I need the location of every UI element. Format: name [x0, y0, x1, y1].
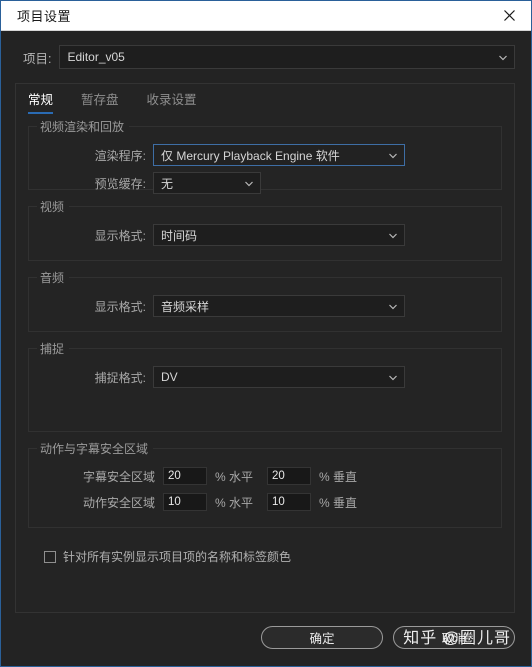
settings-panel: 常规 暂存盘 收录设置 视频渲染和回放 渲染程序: 仅 Mercury Play… — [15, 83, 515, 613]
capture-format-label: 捕捉格式: — [94, 370, 146, 385]
tab-ingest-settings[interactable]: 收录设置 — [147, 89, 197, 114]
group-audio-legend: 音频 — [40, 271, 65, 285]
group-video-legend: 视频 — [40, 200, 65, 214]
tab-scratch-disks[interactable]: 暂存盘 — [81, 89, 119, 114]
tab-general-label: 常规 — [28, 93, 54, 107]
preview-cache-row: 预览缓存: 无 — [35, 172, 495, 194]
chevron-down-icon — [388, 302, 397, 311]
group-capture: 捕捉 捕捉格式: DV — [28, 340, 502, 432]
capture-format-row: 捕捉格式: DV — [35, 366, 495, 388]
project-settings-dialog: 项目设置 项目: Editor_v05 常规 暂存盘 收录设置 视频渲染和回放 … — [0, 0, 532, 667]
ok-button-label: 确定 — [309, 631, 335, 646]
preview-cache-select[interactable]: 无 — [153, 172, 261, 194]
project-label: 项目: — [23, 51, 52, 66]
action-safe-vertical-input[interactable] — [267, 493, 312, 511]
audio-display-format-select[interactable]: 音频采样 — [153, 295, 405, 317]
display-project-item-names-checkbox[interactable] — [44, 550, 56, 563]
project-row: 项目: Editor_v05 — [1, 31, 531, 79]
dialog-title: 项目设置 — [17, 9, 72, 24]
audio-display-format-row: 显示格式: 音频采样 — [35, 295, 495, 317]
close-icon[interactable] — [487, 1, 531, 30]
title-safe-horizontal-input[interactable] — [163, 467, 207, 485]
preview-cache-label: 预览缓存: — [94, 176, 146, 191]
title-safe-horizontal-unit: % 水平 — [215, 469, 254, 484]
chevron-down-icon — [498, 53, 507, 62]
capture-format-select[interactable]: DV — [153, 366, 405, 388]
dialog-body: 项目: Editor_v05 常规 暂存盘 收录设置 视频渲染和回放 渲染程序:… — [1, 31, 531, 666]
video-display-format-select[interactable]: 时间码 — [153, 224, 405, 246]
dialog-footer: 确定 取消 知乎 @圈儿哥 — [15, 615, 515, 659]
dialog-titlebar: 项目设置 — [1, 1, 531, 31]
video-display-format-label: 显示格式: — [94, 228, 146, 243]
action-safe-horizontal-unit: % 水平 — [215, 495, 254, 510]
group-video: 视频 显示格式: 时间码 — [28, 198, 502, 261]
title-safe-vertical-unit: % 垂直 — [319, 469, 358, 484]
renderer-select[interactable]: 仅 Mercury Playback Engine 软件 — [153, 144, 405, 166]
renderer-row: 渲染程序: 仅 Mercury Playback Engine 软件 — [35, 144, 495, 166]
tab-scratch-disks-label: 暂存盘 — [81, 93, 119, 107]
project-select-value: Editor_v05 — [67, 50, 125, 64]
group-safe-areas: 动作与字幕安全区域 字幕安全区域 % 水平 % 垂直 动作安全区域 % 水平 % — [28, 440, 502, 528]
renderer-label: 渲染程序: — [94, 148, 146, 163]
group-video-rendering: 视频渲染和回放 渲染程序: 仅 Mercury Playback Engine … — [28, 118, 502, 194]
video-display-format-value: 时间码 — [161, 228, 198, 243]
action-safe-vertical-unit: % 垂直 — [319, 495, 358, 510]
display-project-item-names-row: 针对所有实例显示项目项的名称和标签颜色 — [28, 536, 502, 565]
chevron-down-icon — [244, 179, 253, 188]
audio-display-format-value: 音频采样 — [161, 299, 210, 314]
tab-general[interactable]: 常规 — [28, 89, 54, 114]
tab-ingest-settings-label: 收录设置 — [146, 93, 197, 107]
renderer-select-value: 仅 Mercury Playback Engine 软件 — [161, 148, 340, 163]
chevron-down-icon — [388, 373, 397, 382]
group-video-rendering-legend: 视频渲染和回放 — [40, 120, 125, 134]
capture-format-value: DV — [161, 370, 178, 384]
cancel-button[interactable]: 取消 — [393, 625, 515, 649]
audio-display-format-label: 显示格式: — [94, 299, 146, 314]
title-safe-area-row: 字幕安全区域 % 水平 % 垂直 — [35, 467, 495, 485]
group-capture-legend: 捕捉 — [40, 342, 65, 356]
chevron-down-icon — [388, 151, 397, 160]
action-safe-area-row: 动作安全区域 % 水平 % 垂直 — [35, 493, 495, 511]
group-audio: 音频 显示格式: 音频采样 — [28, 269, 502, 332]
display-project-item-names-label[interactable]: 针对所有实例显示项目项的名称和标签颜色 — [63, 548, 291, 565]
chevron-down-icon — [388, 231, 397, 240]
title-safe-area-label: 字幕安全区域 — [82, 469, 155, 484]
general-tab-content: 视频渲染和回放 渲染程序: 仅 Mercury Playback Engine … — [16, 114, 514, 565]
action-safe-area-label: 动作安全区域 — [82, 495, 155, 510]
group-safe-areas-legend: 动作与字幕安全区域 — [40, 442, 149, 456]
ok-button[interactable]: 确定 — [261, 625, 383, 649]
video-display-format-row: 显示格式: 时间码 — [35, 224, 495, 246]
cancel-button-label: 取消 — [441, 631, 467, 646]
preview-cache-select-value: 无 — [161, 176, 174, 191]
title-safe-vertical-input[interactable] — [267, 467, 312, 485]
project-select[interactable]: Editor_v05 — [59, 45, 515, 69]
action-safe-horizontal-input[interactable] — [163, 493, 207, 511]
tab-bar: 常规 暂存盘 收录设置 — [16, 84, 514, 114]
